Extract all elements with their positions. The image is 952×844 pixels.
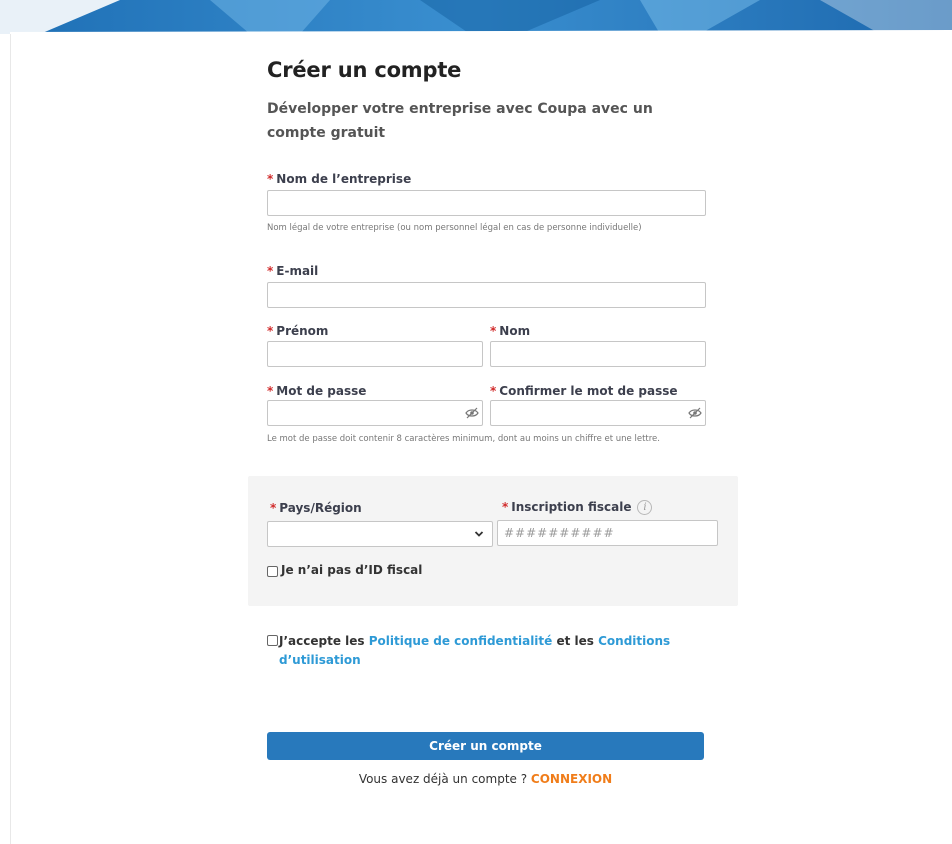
terms-prefix: J’accepte les [279,634,369,648]
last-name-label-text: Nom [499,324,531,338]
company-name-label-text: Nom de l’entreprise [276,172,412,186]
tax-id-label-text: Inscription fiscale [511,500,632,514]
password-input[interactable] [267,400,483,426]
header-banner [0,0,952,34]
tax-id-input[interactable] [497,520,718,546]
email-label-text: E-mail [276,264,319,278]
page-border [10,34,11,844]
password-label-text: Mot de passe [276,384,367,398]
required-mark: * [267,172,274,186]
eye-slash-icon[interactable] [688,407,702,419]
country-label: * Pays/Région [270,501,362,515]
last-name-input[interactable] [490,341,706,367]
page-title: Créer un compte [267,58,462,82]
company-name-label: * Nom de l’entreprise [267,172,411,186]
no-tax-id-checkbox[interactable] [267,566,278,577]
login-prompt-text: Vous avez déjà un compte ? [358,772,531,786]
country-select[interactable] [267,521,493,547]
info-icon[interactable]: i [637,500,653,515]
page-subtitle: Développer votre entreprise avec Coupa a… [267,101,653,141]
required-mark: * [490,324,497,338]
terms-text: J’accepte les Politique de confidentiali… [279,632,699,670]
eye-slash-icon[interactable] [465,407,479,419]
confirm-password-input[interactable] [490,400,706,426]
company-name-help: Nom légal de votre entreprise (ou nom pe… [267,223,642,233]
country-label-text: Pays/Région [279,501,362,515]
privacy-policy-link[interactable]: Politique de confidentialité [369,634,553,648]
terms-checkbox[interactable] [267,635,278,646]
login-link[interactable]: CONNEXION [531,772,612,786]
login-prompt-line: Vous avez déjà un compte ? CONNEXION [267,772,704,786]
required-mark: * [490,384,497,398]
password-label: * Mot de passe [267,384,366,398]
required-mark: * [267,264,274,278]
confirm-password-label: * Confirmer le mot de passe [490,384,678,398]
first-name-label: * Prénom [267,324,328,338]
first-name-input[interactable] [267,341,483,367]
confirm-password-label-text: Confirmer le mot de passe [499,384,678,398]
no-tax-id-label[interactable]: Je n’ai pas d’ID fiscal [281,563,422,577]
company-name-input[interactable] [267,190,706,216]
create-account-button[interactable]: Créer un compte [267,732,704,760]
required-mark: * [267,324,274,338]
password-help: Le mot de passe doit contenir 8 caractèr… [267,434,660,444]
chevron-down-icon [474,531,484,537]
last-name-label: * Nom [490,324,530,338]
email-input[interactable] [267,282,706,308]
terms-middle: et les [552,634,599,648]
email-label: * E-mail [267,264,318,278]
required-mark: * [502,500,509,514]
required-mark: * [267,384,274,398]
required-mark: * [270,501,277,515]
tax-id-label: * Inscription fiscale i [502,500,653,515]
first-name-label-text: Prénom [276,324,329,338]
